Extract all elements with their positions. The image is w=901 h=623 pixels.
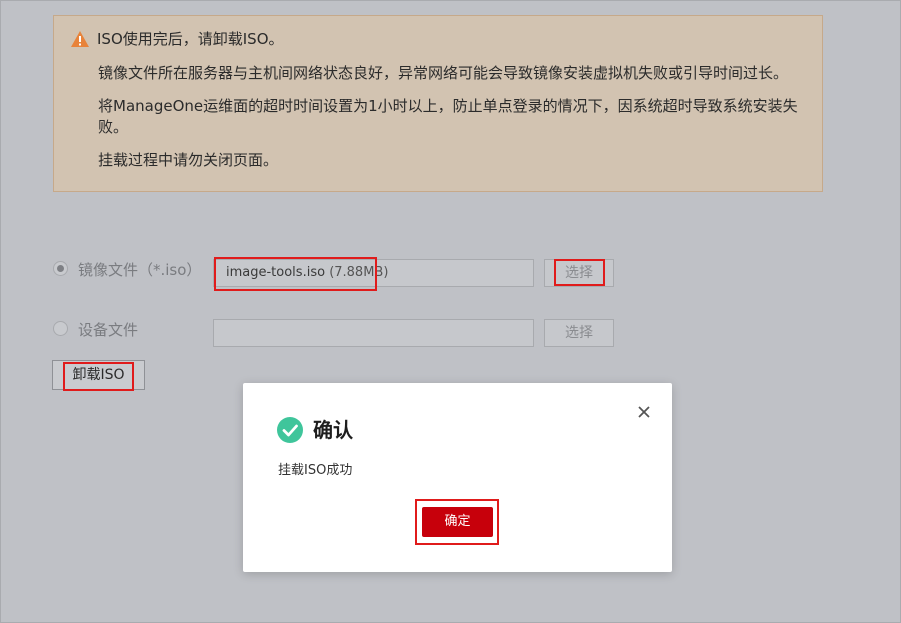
warning-line: 将ManageOne运维面的超时时间设置为1小时以上，防止单点登录的情况下，因系… [98,97,798,115]
device-file-input[interactable] [213,319,534,347]
confirm-button[interactable]: 确定 [422,507,493,537]
close-icon[interactable] [636,404,652,420]
warning-line: 挂载过程中请勿关闭页面。 [98,151,279,169]
image-file-radio[interactable] [53,261,68,276]
warning-icon [71,31,89,47]
page-frame: ISO使用完后，请卸载ISO。 镜像文件所在服务器与主机间网络状态良好，异常网络… [0,0,901,623]
image-choose-button[interactable]: 选择 [544,259,614,287]
confirm-dialog: 确认 挂载ISO成功 确定 [243,383,672,572]
device-file-label: 设备文件 [78,321,139,339]
warning-line: 镜像文件所在服务器与主机间网络状态良好，异常网络可能会导致镜像安装虚拟机失败或引… [98,64,789,82]
unmount-iso-button[interactable]: 卸载ISO [52,360,145,390]
warning-notice: ISO使用完后，请卸载ISO。 镜像文件所在服务器与主机间网络状态良好，异常网络… [53,15,823,192]
dialog-title: 确认 [313,418,353,442]
dialog-message: 挂载ISO成功 [278,463,353,478]
warning-line: 败。 [98,118,129,136]
image-file-label: 镜像文件（*.iso） [78,261,202,279]
device-choose-button[interactable]: 选择 [544,319,614,347]
success-check-icon [277,417,303,443]
file-size: (7.88MB) [329,265,389,280]
warning-line: ISO使用完后，请卸载ISO。 [97,30,284,48]
file-name: image-tools.iso [226,265,326,280]
device-file-radio[interactable] [53,321,68,336]
image-file-input[interactable]: image-tools.iso (7.88MB) [213,259,534,287]
